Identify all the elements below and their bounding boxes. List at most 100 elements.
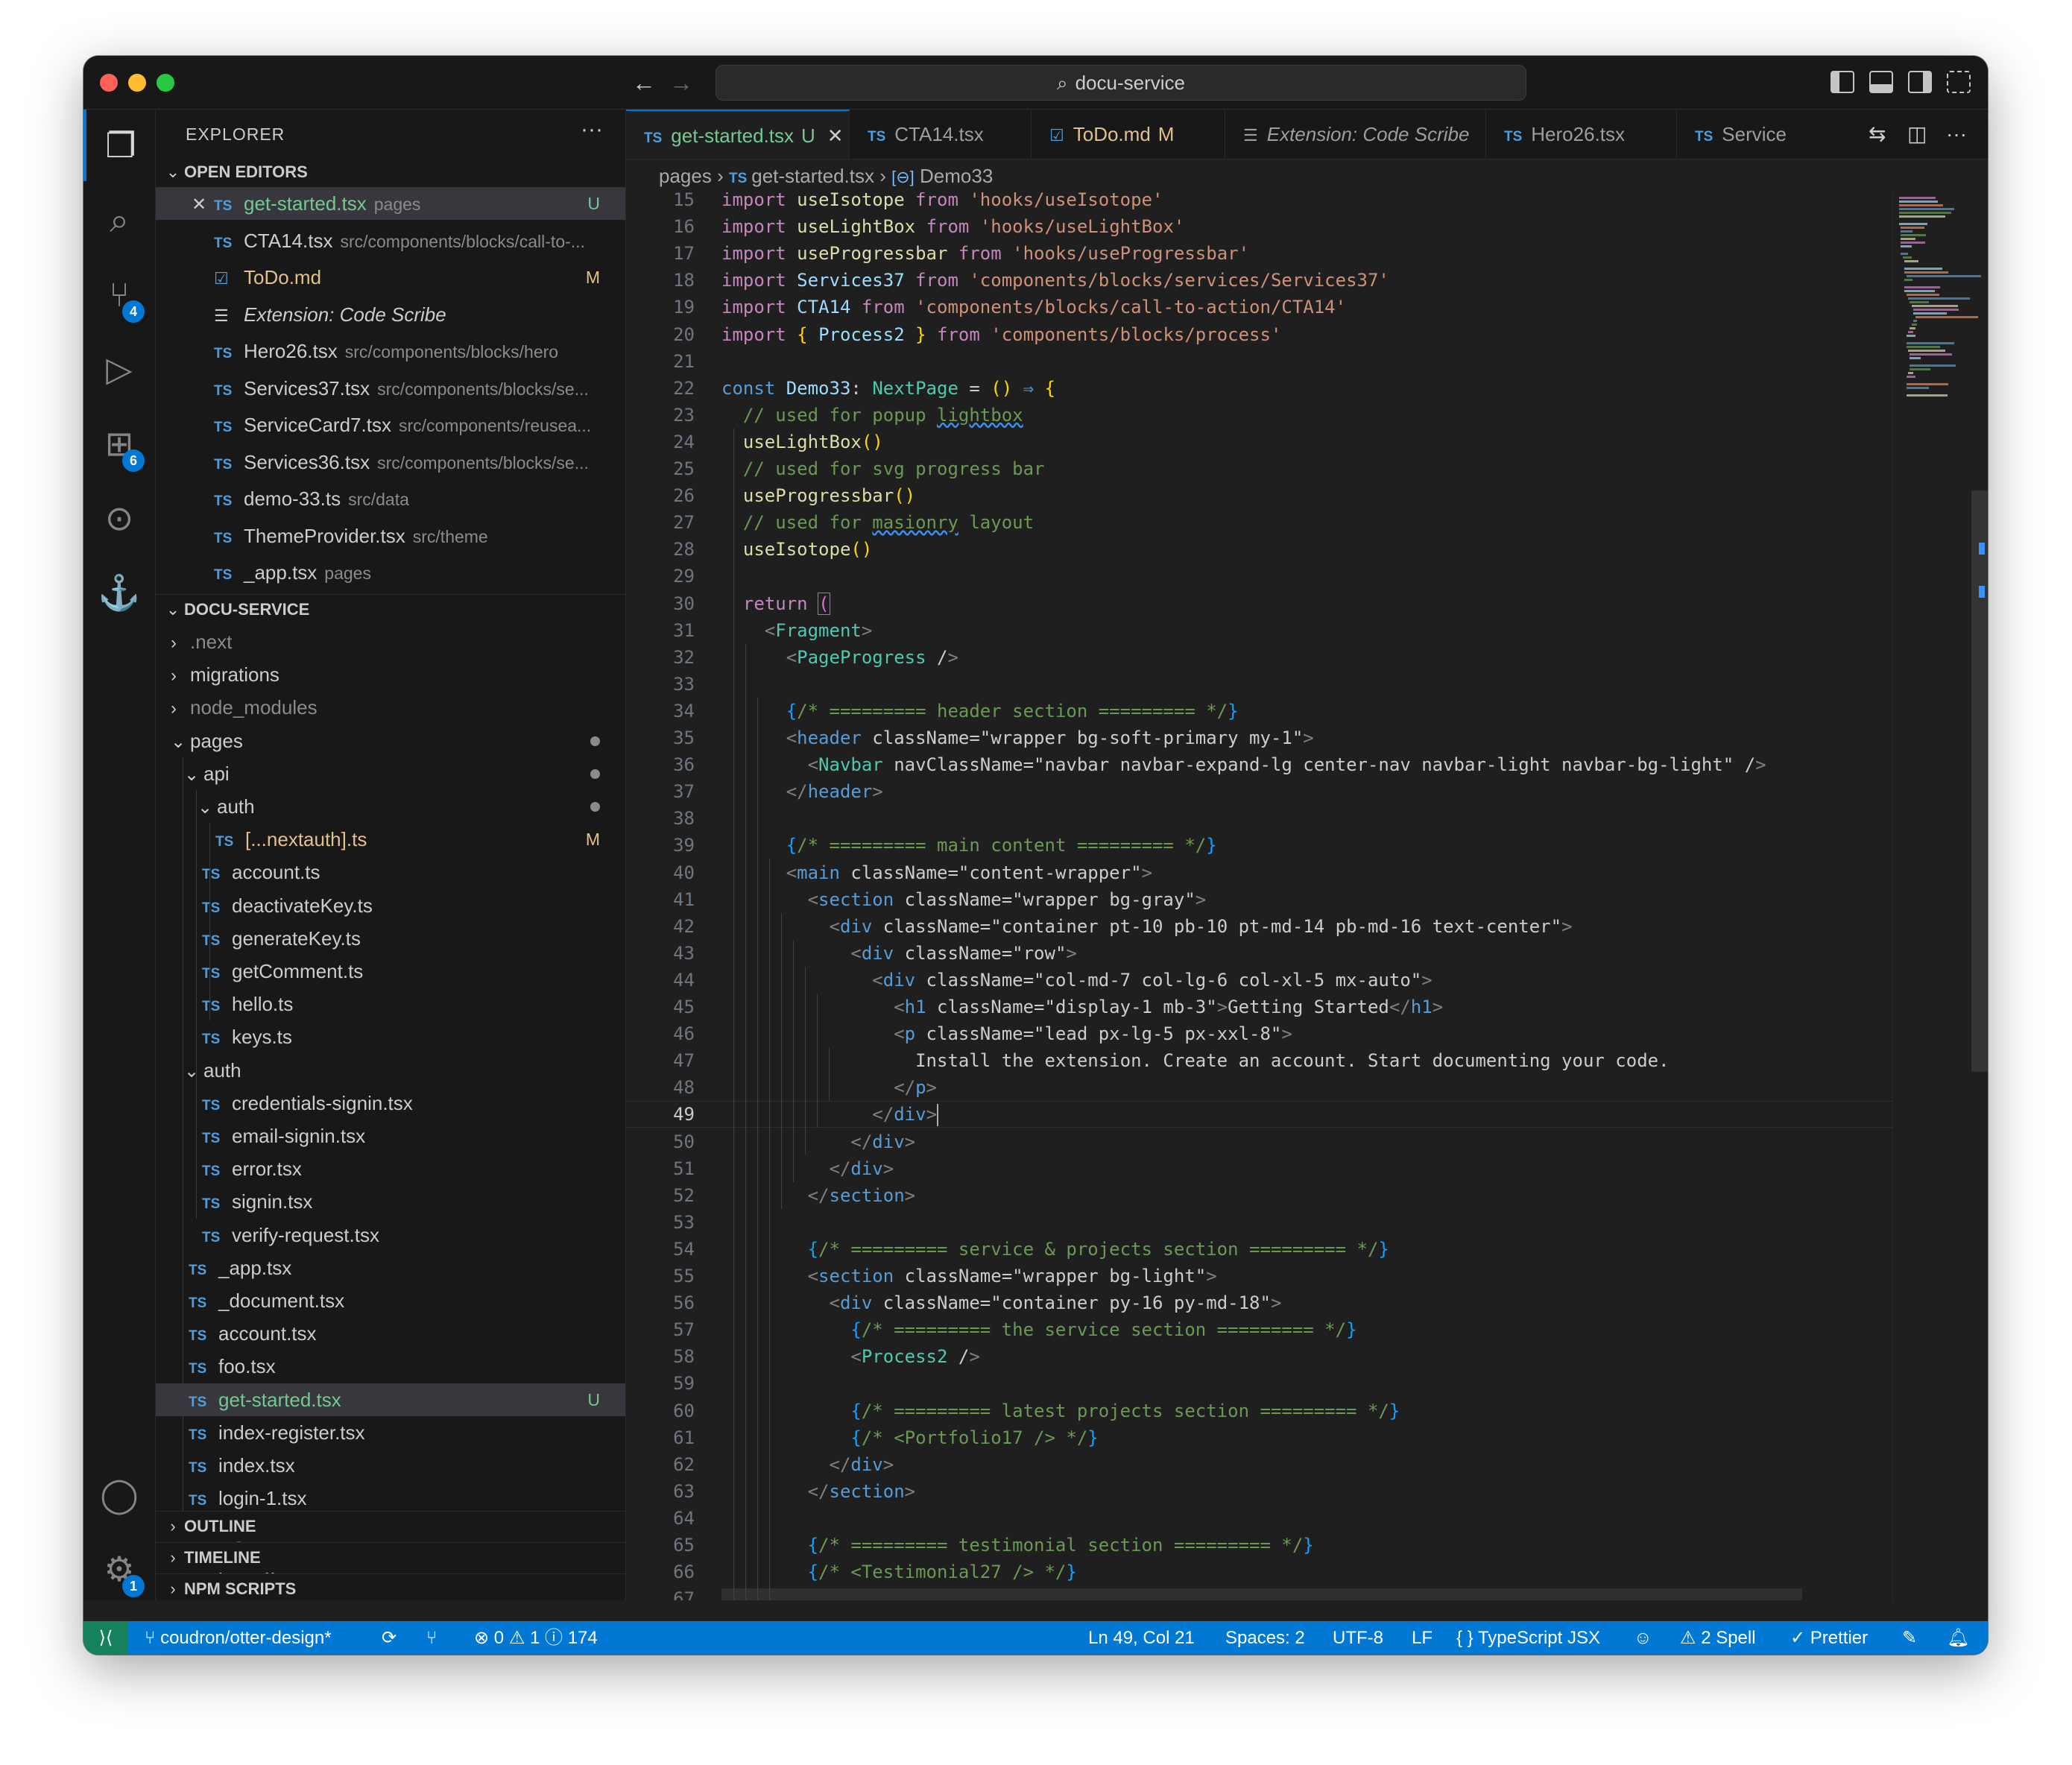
file-item[interactable]: TS index-register.tsx	[156, 1416, 625, 1449]
editor-tab[interactable]: TS Hero26.tsx	[1486, 110, 1677, 159]
line-number[interactable]: 63	[626, 1478, 695, 1505]
toggle-primary-sidebar-icon[interactable]	[1831, 71, 1854, 93]
line-number[interactable]: 28	[626, 536, 695, 563]
line-number[interactable]: 58	[626, 1343, 695, 1370]
line-number[interactable]: 17	[626, 240, 695, 267]
close-tab-icon[interactable]: ✕	[827, 124, 844, 147]
open-editor-item[interactable]: ☰ Extension: Code Scribe	[156, 298, 625, 331]
line-number[interactable]: 47	[626, 1047, 695, 1074]
open-editors-header[interactable]: ⌄ OPEN EDITORS	[156, 157, 625, 187]
editor-tab[interactable]: TS get-started.tsx U ✕	[626, 110, 850, 159]
line-number[interactable]: 34	[626, 698, 695, 724]
folder-item[interactable]: ⌄ auth	[156, 790, 625, 823]
line-number[interactable]: 59	[626, 1370, 695, 1397]
open-editor-item[interactable]: TS Hero26.tsx src/components/blocks/hero	[156, 335, 625, 367]
line-number[interactable]: 25	[626, 455, 695, 482]
more-actions-icon[interactable]: ···	[1946, 110, 1967, 159]
editor-tab[interactable]: ☑ ToDo.md M	[1032, 110, 1225, 159]
line-number[interactable]: 30	[626, 590, 695, 617]
file-item[interactable]: TS get-started.tsx U	[156, 1383, 625, 1416]
folder-item[interactable]: › .next	[156, 625, 625, 658]
open-editor-item[interactable]: TS Services37.tsx src/components/blocks/se…	[156, 372, 625, 405]
line-number[interactable]: 38	[626, 805, 695, 832]
forward-arrow-icon[interactable]: →	[665, 66, 698, 99]
file-item[interactable]: TS generateKey.ts	[156, 922, 625, 955]
command-center-search[interactable]: ⌕ docu-service	[716, 65, 1526, 101]
split-editor-icon[interactable]: ◫	[1907, 110, 1927, 159]
line-number[interactable]: 18	[626, 267, 695, 294]
line-number[interactable]: 20	[626, 321, 695, 348]
line-number[interactable]: 53	[626, 1209, 695, 1236]
copilot-icon[interactable]: ☺	[1634, 1621, 1652, 1655]
minimap[interactable]	[1892, 192, 1988, 1600]
file-item[interactable]: TS getComment.ts	[156, 955, 625, 988]
line-number[interactable]: 46	[626, 1020, 695, 1047]
extensions-icon[interactable]: ⊞ 6	[83, 408, 155, 479]
anchor-icon[interactable]: ⚓	[83, 557, 155, 628]
line-number[interactable]: 64	[626, 1505, 695, 1532]
back-arrow-icon[interactable]: ←	[628, 66, 660, 99]
breadcrumb-symbol[interactable]: Demo33	[920, 165, 993, 187]
file-item[interactable]: TS _app.tsx	[156, 1251, 625, 1284]
line-number[interactable]: 52	[626, 1182, 695, 1209]
line-number[interactable]: 67	[626, 1585, 695, 1600]
customize-layout-icon[interactable]	[1947, 71, 1971, 93]
line-number[interactable]: 32	[626, 644, 695, 671]
file-item[interactable]: TS verify-request.tsx	[156, 1219, 625, 1251]
compare-changes-icon[interactable]: ⇆	[1869, 110, 1886, 159]
line-number[interactable]: 23	[626, 402, 695, 429]
cursor-position[interactable]: Ln 49, Col 21	[1088, 1621, 1195, 1655]
remote-indicator-icon[interactable]: ⟩⟨	[83, 1621, 128, 1655]
editor-tab[interactable]: ☰ Extension: Code Scribe	[1225, 110, 1486, 159]
encoding[interactable]: UTF-8	[1333, 1621, 1383, 1655]
folder-item[interactable]: ⌄ auth	[156, 1054, 625, 1087]
file-item[interactable]: TS _document.tsx	[156, 1284, 625, 1317]
line-number[interactable]: 45	[626, 994, 695, 1020]
git-graph-icon[interactable]: ⊙	[83, 482, 155, 554]
spell-status[interactable]: ⚠ 2 Spell	[1680, 1621, 1756, 1655]
indentation[interactable]: Spaces: 2	[1225, 1621, 1305, 1655]
line-number[interactable]: 33	[626, 671, 695, 698]
vertical-scrollbar[interactable]	[1971, 490, 1988, 1072]
search-icon[interactable]: ⌕	[83, 184, 155, 256]
breadcrumb-folder[interactable]: pages	[659, 165, 712, 187]
line-number[interactable]: 60	[626, 1398, 695, 1424]
open-editor-item[interactable]: TS _app.tsx pages	[156, 556, 625, 589]
maximize-window-button[interactable]	[157, 74, 174, 92]
line-number[interactable]: 19	[626, 294, 695, 321]
folder-item[interactable]: ⌄ pages	[156, 724, 625, 757]
line-number[interactable]: 42	[626, 913, 695, 940]
line-number[interactable]: 15	[626, 192, 695, 213]
project-header[interactable]: ⌄ DOCU-SERVICE	[156, 594, 625, 625]
file-item[interactable]: TS credentials-signin.tsx	[156, 1087, 625, 1120]
folder-item[interactable]: › migrations	[156, 658, 625, 691]
line-number[interactable]: 48	[626, 1074, 695, 1101]
file-item[interactable]: TS error.tsx	[156, 1152, 625, 1185]
line-number[interactable]: 29	[626, 563, 695, 590]
settings-gear-icon[interactable]: ⚙ 1	[83, 1533, 155, 1605]
minimize-window-button[interactable]	[128, 74, 146, 92]
file-item[interactable]: TS account.ts	[156, 856, 625, 888]
line-number[interactable]: 36	[626, 751, 695, 778]
npm-scripts-header[interactable]: › NPM SCRIPTS	[156, 1573, 625, 1600]
close-icon[interactable]: ✕	[192, 189, 209, 221]
file-item[interactable]: TS foo.tsx	[156, 1350, 625, 1383]
git-graph-status-icon[interactable]: ⑂	[426, 1621, 437, 1655]
line-number[interactable]: 51	[626, 1155, 695, 1182]
account-icon[interactable]: ◯	[83, 1459, 155, 1530]
line-number[interactable]: 62	[626, 1451, 695, 1478]
line-number[interactable]: 65	[626, 1532, 695, 1559]
more-actions-icon[interactable]: ···	[581, 117, 603, 142]
line-number[interactable]: 66	[626, 1559, 695, 1585]
line-number[interactable]: 21	[626, 348, 695, 375]
line-number[interactable]: 31	[626, 617, 695, 644]
file-item[interactable]: TS deactivateKey.ts	[156, 889, 625, 922]
line-number[interactable]: 54	[626, 1236, 695, 1263]
line-number[interactable]: 39	[626, 832, 695, 859]
toggle-panel-icon[interactable]	[1869, 71, 1893, 93]
open-editor-item[interactable]: TS CTA14.tsx src/components/blocks/call-to…	[156, 224, 625, 257]
line-number[interactable]: 55	[626, 1263, 695, 1289]
code-editor[interactable]: 15 import useIsotope from 'hooks/useIsoto…	[626, 192, 1893, 1600]
editor-tab[interactable]: TS CTA14.tsx	[850, 110, 1032, 159]
line-number[interactable]: 40	[626, 859, 695, 886]
